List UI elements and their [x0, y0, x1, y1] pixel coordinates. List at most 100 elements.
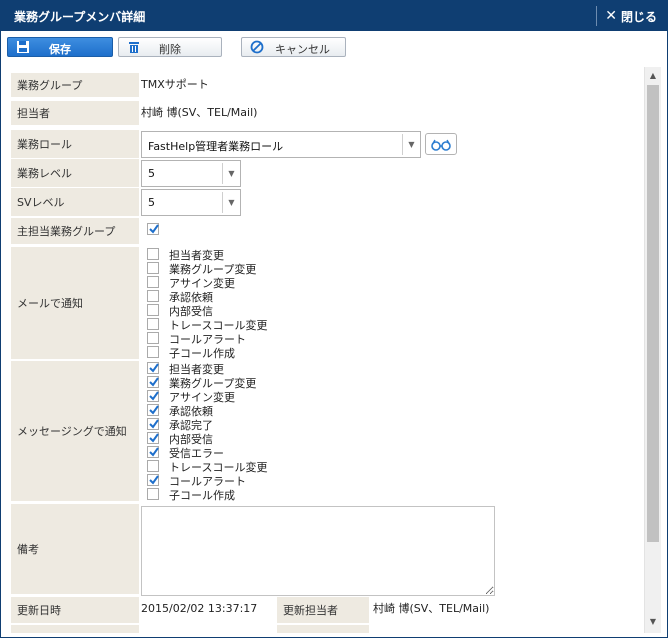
delete-button[interactable]: 削除 [118, 37, 222, 57]
checkbox[interactable] [147, 248, 159, 260]
checkbox-label: 子コール作成 [169, 347, 235, 360]
check-icon [149, 475, 159, 485]
business-group-label: 業務グループ [11, 73, 139, 97]
checkbox-label: 子コール作成 [169, 489, 235, 502]
checkbox-item[interactable]: コールアラート [147, 474, 347, 488]
row-updated: 更新日時 2015/02/02 13:37:17 更新担当者 村崎 博(SV、T… [7, 597, 643, 623]
business-role-select[interactable]: FastHelp管理者業務ロール ▼ [141, 131, 421, 158]
partial-label-2 [277, 625, 369, 633]
checkbox-item[interactable]: 担当者変更 [147, 362, 347, 376]
row-remarks: 備考 [7, 504, 643, 596]
updated-by-label: 更新担当者 [277, 597, 369, 623]
check-icon [149, 447, 159, 457]
remarks-textarea[interactable] [141, 506, 495, 596]
partial-label [11, 625, 139, 633]
checkbox-item[interactable]: 承認依頼 [147, 404, 347, 418]
sv-level-label: SVレベル [11, 188, 139, 216]
close-button[interactable]: ✕ 閉じる [596, 6, 657, 26]
message-notify-label: メッセージングで通知 [11, 361, 139, 501]
row-business-level: 業務レベル 5 ▼ [7, 159, 643, 187]
row-person-in-charge: 担当者 村崎 博(SV、TEL/Mail) [7, 101, 643, 125]
business-group-value: TMXサポート [141, 78, 209, 91]
check-icon [149, 405, 159, 415]
row-business-role: 業務ロール FastHelp管理者業務ロール ▼ [7, 130, 643, 158]
lookup-button[interactable] [425, 133, 457, 155]
chevron-down-icon: ▼ [222, 163, 240, 184]
checkbox-item[interactable]: 内部受信 [147, 432, 347, 446]
checkbox[interactable] [147, 290, 159, 302]
checkbox-item[interactable]: 承認完了 [147, 418, 347, 432]
updated-at-value: 2015/02/02 13:37:17 [141, 601, 258, 615]
checkbox[interactable] [147, 362, 159, 374]
cancel-button[interactable]: キャンセル [241, 37, 346, 57]
checkbox-item[interactable]: トレースコール変更 [147, 318, 347, 332]
row-main-group: 主担当業務グループ [7, 218, 643, 244]
check-icon [149, 433, 159, 443]
checkbox[interactable] [147, 446, 159, 458]
check-icon [149, 377, 159, 387]
checkbox[interactable] [147, 418, 159, 430]
checkbox-item[interactable]: アサイン変更 [147, 390, 347, 404]
checkbox[interactable] [147, 346, 159, 358]
check-icon [149, 391, 159, 401]
chevron-down-icon: ▼ [222, 192, 240, 213]
save-label: 保存 [49, 43, 71, 56]
checkbox-item[interactable]: 子コール作成 [147, 488, 347, 502]
checkbox-item[interactable]: 受信エラー [147, 446, 347, 460]
updated-by-value: 村崎 博(SV、TEL/Mail) [373, 602, 490, 615]
checkbox-item[interactable]: 業務グループ変更 [147, 376, 347, 390]
business-level-select[interactable]: 5 ▼ [141, 160, 241, 187]
row-partial [7, 625, 643, 633]
checkbox[interactable] [147, 460, 159, 472]
title-bar: 業務グループメンバ詳細 ✕ 閉じる [1, 1, 667, 31]
form-content: 業務グループ TMXサポート 担当者 村崎 博(SV、TEL/Mail) 業務ロ… [7, 67, 643, 633]
sv-level-selected: 5 [148, 196, 155, 209]
remarks-label: 備考 [11, 504, 139, 594]
scroll-down-icon[interactable]: ▼ [645, 615, 661, 629]
updated-at-label: 更新日時 [11, 597, 139, 623]
check-icon [149, 419, 159, 429]
business-level-selected: 5 [148, 167, 155, 180]
close-icon: ✕ [605, 8, 617, 24]
checkbox-item[interactable]: コールアラート [147, 332, 347, 346]
main-group-label: 主担当業務グループ [11, 218, 139, 244]
save-button[interactable]: 保存 [7, 37, 113, 57]
check-icon [149, 363, 159, 373]
cancel-label: キャンセル [275, 43, 330, 56]
checkbox-item[interactable]: 業務グループ変更 [147, 262, 347, 276]
checkbox[interactable] [147, 390, 159, 402]
person-in-charge-value: 村崎 博(SV、TEL/Mail) [141, 106, 258, 119]
checkbox[interactable] [147, 304, 159, 316]
business-role-selected: FastHelp管理者業務ロール [148, 140, 284, 153]
checkbox-item[interactable]: 子コール作成 [147, 346, 347, 360]
chevron-down-icon: ▼ [402, 134, 420, 155]
checkbox[interactable] [147, 376, 159, 388]
checkbox[interactable] [147, 474, 159, 486]
main-group-checkbox[interactable] [147, 223, 159, 235]
vertical-scrollbar[interactable]: ▲ ▼ [644, 67, 661, 633]
checkbox[interactable] [147, 262, 159, 274]
close-label: 閉じる [620, 9, 657, 24]
checkbox[interactable] [147, 318, 159, 330]
checkbox[interactable] [147, 488, 159, 500]
checkbox[interactable] [147, 404, 159, 416]
checkbox[interactable] [147, 332, 159, 344]
dialog-title: 業務グループメンバ詳細 [14, 10, 146, 24]
checkbox-item[interactable]: アサイン変更 [147, 276, 347, 290]
person-in-charge-label: 担当者 [11, 101, 139, 125]
dialog-window: 業務グループメンバ詳細 ✕ 閉じる 保存 削除 キャンセル 業務グループ TMX… [0, 0, 668, 638]
row-message-notify: メッセージングで通知 担当者変更 業務グループ変更 アサイン変更 承認依頼 承認完了 内部… [7, 361, 643, 502]
delete-label: 削除 [159, 43, 181, 56]
checkbox-item[interactable]: 担当者変更 [147, 248, 347, 262]
scroll-thumb[interactable] [647, 85, 659, 542]
check-icon [149, 224, 159, 234]
checkbox-item[interactable]: 内部受信 [147, 304, 347, 318]
checkbox[interactable] [147, 276, 159, 288]
checkbox-item[interactable]: トレースコール変更 [147, 460, 347, 474]
mail-notify-label: メールで通知 [11, 247, 139, 359]
row-mail-notify: メールで通知 担当者変更 業務グループ変更 アサイン変更 承認依頼 内部受信 トレースコー… [7, 247, 643, 360]
checkbox-item[interactable]: 承認依頼 [147, 290, 347, 304]
checkbox[interactable] [147, 432, 159, 444]
sv-level-select[interactable]: 5 ▼ [141, 189, 241, 216]
scroll-up-icon[interactable]: ▲ [645, 69, 661, 83]
